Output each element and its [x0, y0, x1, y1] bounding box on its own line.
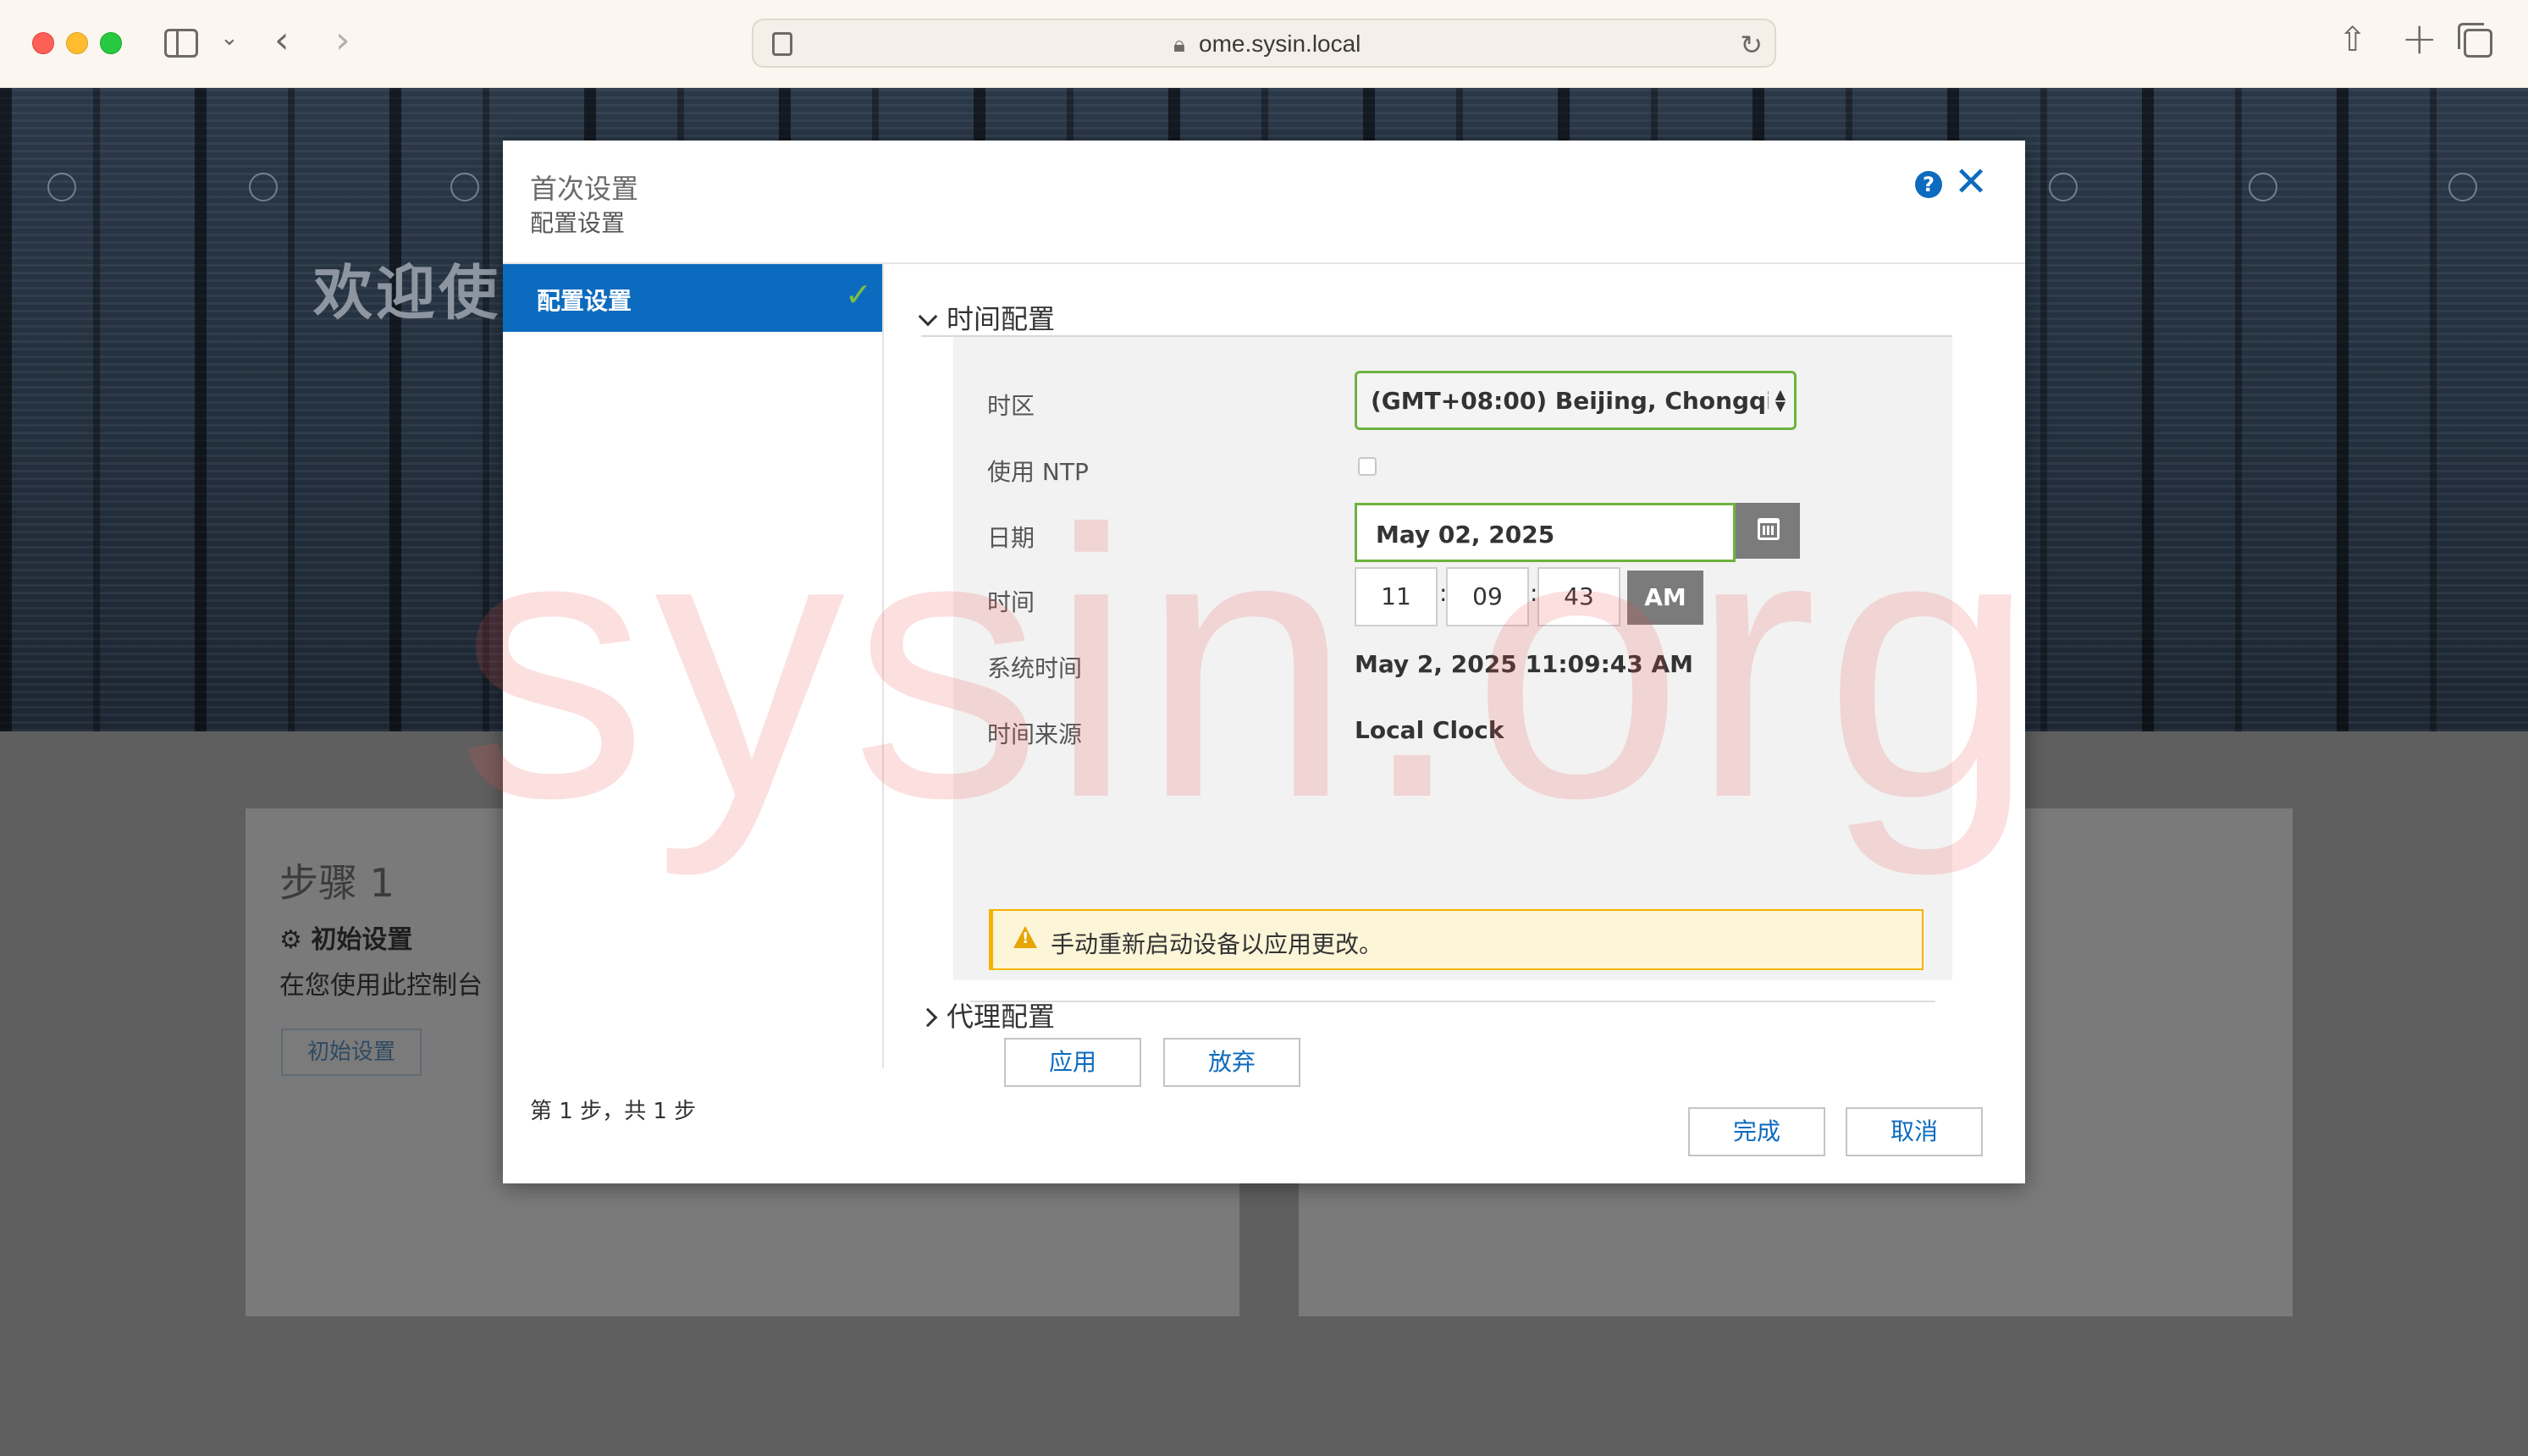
wizard-nav: 配置设置 ✓ [503, 264, 884, 1068]
dell-logo-icon [2448, 173, 2477, 201]
section-heading: 时间配置 [947, 303, 1056, 335]
chevron-down-icon[interactable]: ⌄ [220, 25, 239, 51]
url-text[interactable]: ome.sysin.local [1199, 30, 1361, 58]
date-label: 日期 [987, 524, 1035, 552]
time-config-panel: 时区 (GMT+08:00) Beijing, Chongqing, Ho ▲▼… [953, 337, 1952, 1087]
browser-toolbar: ⌄ ‹ › 🔒︎ ome.sysin.local ↻ ⇧ + [0, 0, 2528, 88]
time-source-value: Local Clock [1355, 716, 1504, 744]
time-config-section-toggle[interactable]: 时间配置 [918, 298, 1056, 337]
step-description: 在您使用此控制台 [279, 971, 483, 1001]
calendar-icon [1758, 518, 1780, 540]
minimize-window-button[interactable] [66, 32, 88, 54]
dell-logo-icon [2049, 173, 2078, 201]
back-arrow-icon[interactable]: ‹ [274, 19, 290, 62]
time-label: 时间 [987, 588, 1035, 616]
date-field[interactable]: May 02, 2025 [1355, 503, 1736, 562]
second-field[interactable]: 43 [1537, 567, 1620, 626]
warning-icon [1013, 926, 1037, 948]
reload-icon[interactable]: ↻ [1740, 29, 1763, 61]
step-subtitle: ⚙ 初始设置 [279, 925, 413, 955]
restart-warning-banner: 手动重新启动设备以应用更改。 [989, 909, 1924, 970]
timezone-value: (GMT+08:00) Beijing, Chongqing, Ho [1371, 387, 1769, 415]
use-ntp-checkbox[interactable] [1358, 457, 1377, 476]
close-window-button[interactable] [32, 32, 54, 54]
system-time-label: 系统时间 [987, 654, 1083, 682]
system-time-value: May 2, 2025 11:09:43 AM [1355, 650, 1694, 678]
timezone-select[interactable]: (GMT+08:00) Beijing, Chongqing, Ho ▲▼ [1355, 371, 1797, 430]
finish-button[interactable]: 完成 [1688, 1107, 1825, 1156]
ntp-label: 使用 NTP [987, 458, 1089, 486]
maximize-window-button[interactable] [100, 32, 122, 54]
first-time-setup-dialog: 首次设置 配置设置 ? ✕ 配置设置 ✓ 时间配置 时区 (GMT+08:00)… [503, 141, 2025, 1183]
dell-logo-icon [47, 173, 76, 201]
apply-button[interactable]: 应用 [1004, 1038, 1141, 1087]
date-value: May 02, 2025 [1376, 521, 1555, 549]
time-source-label: 时间来源 [987, 720, 1083, 748]
dialog-subtitle: 配置设置 [530, 209, 626, 237]
dell-logo-icon [450, 173, 479, 201]
tab-overview-icon[interactable] [2458, 23, 2492, 58]
minute-field[interactable]: 09 [1446, 567, 1529, 626]
hour-field[interactable]: 11 [1355, 567, 1438, 626]
panel-divider [970, 1001, 1935, 1002]
ampm-toggle-button[interactable]: AM [1627, 571, 1703, 625]
lock-icon: 🔒︎ [1173, 32, 1185, 58]
page-menu-icon[interactable] [772, 32, 792, 56]
discard-button[interactable]: 放弃 [1163, 1038, 1300, 1087]
close-icon[interactable]: ✕ [1954, 159, 1988, 205]
step-counter: 第 1 步，共 1 步 [530, 1099, 697, 1124]
chevron-right-icon [918, 1007, 938, 1028]
dell-logo-icon [2249, 173, 2277, 201]
dialog-title: 首次设置 [530, 173, 639, 205]
section-heading: 代理配置 [947, 1001, 1056, 1033]
forward-arrow-icon[interactable]: › [335, 19, 350, 62]
welcome-heading: 欢迎使 [313, 258, 501, 328]
chevron-down-icon [918, 306, 938, 327]
initial-setup-button[interactable]: 初始设置 [281, 1029, 422, 1076]
step-title: 步骤 1 [279, 860, 395, 906]
step-subtitle-label: 初始设置 [311, 925, 413, 955]
cancel-button[interactable]: 取消 [1846, 1107, 1983, 1156]
share-icon[interactable]: ⇧ [2338, 20, 2367, 59]
dialog-header: 首次设置 配置设置 ? ✕ [503, 141, 2025, 264]
warning-text: 手动重新启动设备以应用更改。 [1051, 930, 1383, 958]
help-icon[interactable]: ? [1915, 171, 1942, 198]
select-arrows-icon: ▲ ▼ [1775, 386, 1786, 414]
nav-item-configure-settings[interactable]: 配置设置 ✓ [503, 264, 882, 332]
new-tab-icon[interactable]: + [2401, 14, 2438, 64]
nav-item-label: 配置设置 [537, 287, 632, 315]
dell-logo-icon [249, 173, 278, 201]
calendar-button[interactable] [1736, 503, 1800, 559]
checkmark-icon: ✓ [845, 276, 872, 313]
proxy-config-section-toggle[interactable]: 代理配置 [918, 995, 1056, 1034]
timezone-label: 时区 [987, 392, 1035, 420]
sidebar-toggle-icon[interactable] [164, 29, 198, 58]
address-bar[interactable]: 🔒︎ ome.sysin.local ↻ [752, 19, 1776, 68]
